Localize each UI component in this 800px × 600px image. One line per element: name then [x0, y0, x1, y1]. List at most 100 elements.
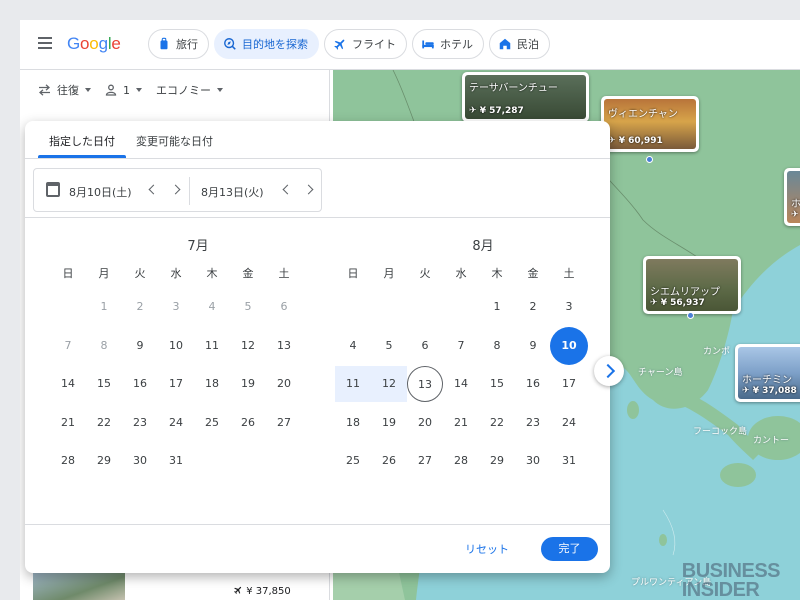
- map-place-card[interactable]: テーサバーンチュー ✈ ¥ 57,287: [462, 72, 589, 122]
- calendar-day[interactable]: 12: [371, 366, 407, 402]
- reset-button[interactable]: リセット: [465, 541, 509, 557]
- chip-explore[interactable]: 目的地を探索: [214, 29, 319, 59]
- calendar-day[interactable]: 24: [551, 405, 587, 441]
- calendar-day[interactable]: 16: [122, 366, 158, 402]
- calendar-day[interactable]: 7: [50, 328, 86, 364]
- calendar-day[interactable]: 14: [443, 366, 479, 402]
- calendar-day[interactable]: 15: [479, 366, 515, 402]
- calendar-day[interactable]: 7: [443, 328, 479, 364]
- chip-label: ホテル: [440, 38, 473, 51]
- calendar-day[interactable]: 21: [443, 405, 479, 441]
- chip-travel[interactable]: 旅行: [148, 29, 209, 59]
- calendar-day[interactable]: 2: [515, 289, 551, 325]
- departure-date-input[interactable]: 8月10日(土): [69, 184, 132, 200]
- calendar-day[interactable]: 20: [266, 366, 302, 402]
- calendar-day[interactable]: 21: [50, 405, 86, 441]
- calendar-day[interactable]: 25: [335, 443, 371, 479]
- tab-specific-dates[interactable]: 指定した日付: [49, 133, 115, 149]
- cabin-class-select[interactable]: エコノミー: [156, 82, 223, 98]
- calendar-day[interactable]: 4: [335, 328, 371, 364]
- departure-prev-day-button[interactable]: [144, 182, 160, 198]
- return-next-day-button[interactable]: [302, 182, 318, 198]
- calendar-day[interactable]: 11: [335, 366, 371, 402]
- map-marker[interactable]: [646, 156, 653, 163]
- calendar-day[interactable]: 28: [443, 443, 479, 479]
- calendar-day[interactable]: 27: [407, 443, 443, 479]
- calendar-day[interactable]: 1: [86, 289, 122, 325]
- calendar-day[interactable]: 5: [371, 328, 407, 364]
- calendar-day[interactable]: 9: [515, 328, 551, 364]
- calendar-day[interactable]: 23: [515, 405, 551, 441]
- calendar-day[interactable]: 5: [230, 289, 266, 325]
- calendar-day[interactable]: 8: [86, 328, 122, 364]
- chip-label: 民泊: [517, 38, 539, 51]
- return-date-input[interactable]: 8月13日(火): [201, 184, 264, 200]
- departure-next-day-button[interactable]: [169, 182, 185, 198]
- calendar-day[interactable]: 19: [371, 405, 407, 441]
- calendar-day[interactable]: 29: [86, 443, 122, 479]
- calendar-day[interactable]: 15: [86, 366, 122, 402]
- calendar-day[interactable]: 13: [407, 366, 443, 402]
- map-place-card[interactable]: ホイ ✈ ¥ 5: [784, 168, 800, 226]
- calendar-day[interactable]: 17: [158, 366, 194, 402]
- map-place-card[interactable]: ヴィエンチャン ✈ ¥ 60,991: [601, 96, 699, 152]
- calendar-day[interactable]: 6: [266, 289, 302, 325]
- calendar-day[interactable]: 22: [479, 405, 515, 441]
- chip-hotels[interactable]: ホテル: [412, 29, 484, 59]
- plane-icon: [334, 39, 345, 50]
- calendar-day[interactable]: 9: [122, 328, 158, 364]
- calendar-day[interactable]: 1: [479, 289, 515, 325]
- trip-type-select[interactable]: 往復: [38, 82, 91, 98]
- calendar-day[interactable]: 30: [515, 443, 551, 479]
- tab-flexible-dates[interactable]: 変更可能な日付: [136, 133, 213, 149]
- destination-thumbnail: [33, 573, 125, 600]
- calendar-day[interactable]: 4: [194, 289, 230, 325]
- calendar-day[interactable]: 11: [194, 328, 230, 364]
- map-marker[interactable]: [687, 312, 694, 319]
- calendar-day[interactable]: 27: [266, 405, 302, 441]
- calendar-day[interactable]: 19: [230, 366, 266, 402]
- nav-chips: 旅行 目的地を探索 フライト ホテル 民泊: [148, 29, 550, 59]
- place-photo: シエムリアップ ✈ ¥ 56,937: [646, 259, 738, 311]
- calendar-day[interactable]: 25: [194, 405, 230, 441]
- calendar-day[interactable]: 16: [515, 366, 551, 402]
- calendar-day[interactable]: 30: [122, 443, 158, 479]
- calendar-day[interactable]: 6: [407, 328, 443, 364]
- calendar-day[interactable]: 31: [158, 443, 194, 479]
- calendar-day[interactable]: 3: [551, 289, 587, 325]
- google-logo[interactable]: Google: [67, 34, 121, 54]
- calendar-day[interactable]: 26: [230, 405, 266, 441]
- calendar-day[interactable]: 17: [551, 366, 587, 402]
- destination-card[interactable]: ¥ 37,850: [33, 573, 313, 600]
- calendar-day[interactable]: 20: [407, 405, 443, 441]
- menu-icon[interactable]: [38, 37, 52, 49]
- return-prev-day-button[interactable]: [278, 182, 294, 198]
- place-name: テーサバーンチュー: [469, 83, 558, 94]
- calendar-day[interactable]: 28: [50, 443, 86, 479]
- calendar-day[interactable]: 26: [371, 443, 407, 479]
- calendar-day[interactable]: 10: [550, 326, 588, 365]
- calendar-day[interactable]: 3: [158, 289, 194, 325]
- calendar-day[interactable]: 8: [479, 328, 515, 364]
- calendar-day[interactable]: 24: [158, 405, 194, 441]
- calendar-day[interactable]: 10: [158, 328, 194, 364]
- map-place-card[interactable]: ホーチミン ✈ ¥ 37,088: [735, 344, 800, 402]
- calendar-day[interactable]: 13: [266, 328, 302, 364]
- calendar-day[interactable]: 2: [122, 289, 158, 325]
- logo-letter: g: [98, 34, 108, 53]
- calendar-day[interactable]: 29: [479, 443, 515, 479]
- calendar-day[interactable]: 18: [335, 405, 371, 441]
- calendar-day[interactable]: 31: [551, 443, 587, 479]
- next-month-button[interactable]: [594, 356, 624, 386]
- chip-vacation-rentals[interactable]: 民泊: [489, 29, 550, 59]
- passengers-select[interactable]: 1: [105, 84, 142, 97]
- map-place-card[interactable]: シエムリアップ ✈ ¥ 56,937: [643, 256, 741, 314]
- chip-flights[interactable]: フライト: [324, 29, 407, 59]
- calendar-day[interactable]: 22: [86, 405, 122, 441]
- place-price: ✈ ¥ 56,937: [650, 298, 705, 308]
- done-button[interactable]: 完了: [541, 537, 598, 561]
- calendar-day[interactable]: 18: [194, 366, 230, 402]
- calendar-day[interactable]: 23: [122, 405, 158, 441]
- calendar-day[interactable]: 12: [230, 328, 266, 364]
- calendar-day[interactable]: 14: [50, 366, 86, 402]
